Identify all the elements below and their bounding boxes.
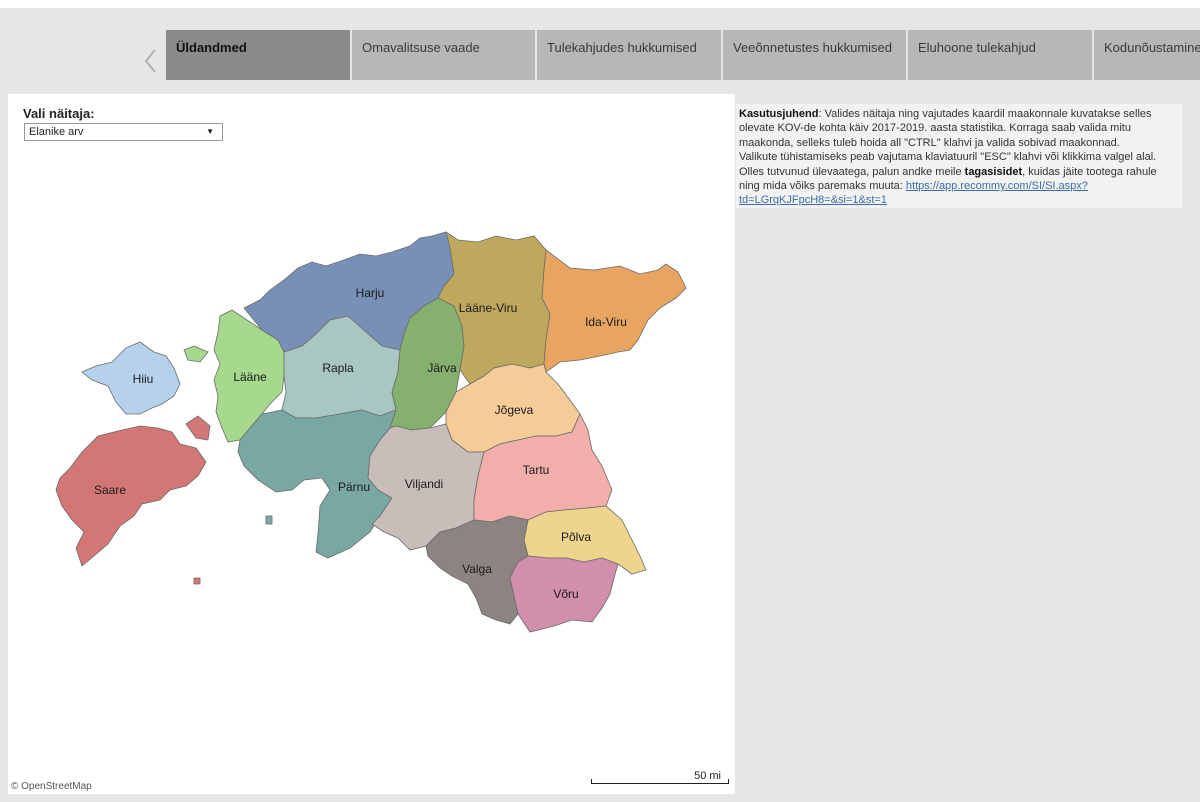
instructions-panel: Kasutusjuhend: Valides näitaja ning vaju… (736, 104, 1182, 208)
county-saare[interactable] (55, 415, 211, 567)
map-scale-bar: 50 mi (591, 770, 729, 784)
instructions-title: Kasutusjuhend (739, 108, 819, 120)
instructions-reset: Valikute tühistamiseks peab vajutama kla… (739, 151, 1157, 164)
chevron-left-icon[interactable] (140, 44, 162, 78)
tab-eluhoone-tulekahjud[interactable]: Eluhoone tulekahjud (908, 30, 1092, 80)
scale-bar-label: 50 mi (694, 770, 721, 782)
county-parnu-islet (265, 515, 273, 525)
county-saare-islet (193, 577, 201, 585)
estonia-county-map[interactable]: Harju Lääne-Viru Ida-Viru Lääne Rapla Jä… (8, 94, 735, 794)
county-valga[interactable] (425, 515, 529, 625)
county-ida-viru[interactable] (541, 249, 687, 373)
tab-veeonnetustes-hukkumised[interactable]: Veeõnnetustes hukkumised (723, 30, 906, 80)
map-panel[interactable]: Vali näitaja: Elanike arv ▼ Harju Lääne-… (8, 94, 735, 794)
tab-list: Üldandmed Omavalitsuse vaade Tulekahjude… (166, 30, 1200, 88)
feedback-text-pre: Olles tutvunud ülevaatega, palun andke m… (739, 165, 965, 178)
tab-omavalitsuse-vaade[interactable]: Omavalitsuse vaade (352, 30, 535, 80)
dashboard-tab-bar: Üldandmed Omavalitsuse vaade Tulekahjude… (0, 8, 1200, 94)
feedback-bold: tagasisidet (964, 165, 1023, 178)
county-parnu[interactable] (237, 409, 397, 559)
top-strip (0, 0, 1200, 8)
tab-kodunoustamine[interactable]: Kodunõustamine (1094, 30, 1200, 80)
tab-uldandmed[interactable]: Üldandmed (166, 30, 350, 80)
county-hiiu[interactable] (81, 341, 181, 415)
map-attribution[interactable]: © OpenStreetMap (11, 781, 92, 792)
tab-tulekahjudes-hukkumised[interactable]: Tulekahjudes hukkumised (537, 30, 721, 80)
county-voru[interactable] (509, 555, 619, 633)
